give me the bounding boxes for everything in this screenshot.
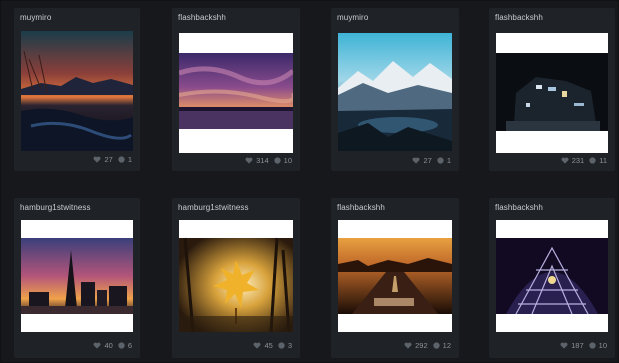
username[interactable]: hamburg1stwitness [178, 203, 249, 212]
heart-icon[interactable] [253, 342, 261, 349]
comments-count: 1 [127, 155, 132, 164]
photo-thumbnail[interactable] [496, 33, 608, 153]
photo-card[interactable]: hamburg1stwitness 40 6 [14, 198, 140, 358]
heart-icon[interactable] [412, 157, 420, 164]
likes-count: 27 [423, 156, 432, 165]
post-stats: 27 1 [412, 156, 451, 165]
heart-icon[interactable] [93, 156, 101, 163]
username[interactable]: muymiro [20, 13, 51, 22]
likes-count: 292 [415, 341, 428, 350]
photo-thumbnail[interactable] [496, 220, 608, 332]
photo-thumbnail[interactable] [179, 33, 293, 153]
username[interactable]: flashbackshh [495, 13, 543, 22]
likes-count: 27 [104, 155, 113, 164]
heart-icon[interactable] [404, 342, 412, 349]
comment-icon[interactable] [437, 157, 444, 164]
heart-icon[interactable] [245, 157, 253, 164]
post-stats: 27 1 [93, 155, 132, 164]
comment-icon[interactable] [278, 342, 285, 349]
comments-count: 6 [127, 341, 132, 350]
username[interactable]: flashbackshh [495, 203, 543, 212]
comments-count: 10 [598, 341, 607, 350]
photo-card[interactable]: flashbackshh 231 11 [489, 8, 615, 171]
username[interactable]: hamburg1stwitness [20, 203, 91, 212]
post-stats: 187 10 [560, 341, 607, 350]
photo-grid: muymiro 27 1 flashbackshh 314 10 muymiro… [0, 0, 619, 363]
photo-card[interactable]: flashbackshh 314 10 [172, 8, 300, 171]
photo-card[interactable]: muymiro 27 1 [14, 8, 140, 171]
comment-icon[interactable] [118, 156, 125, 163]
post-stats: 292 12 [404, 341, 451, 350]
photo-thumbnail[interactable] [21, 220, 133, 332]
photo-thumbnail[interactable] [338, 33, 452, 151]
username[interactable]: flashbackshh [178, 13, 226, 22]
heart-icon[interactable] [93, 342, 101, 349]
likes-count: 231 [571, 156, 585, 165]
sunset-lake-image [21, 31, 133, 151]
post-stats: 45 3 [253, 341, 292, 350]
heart-icon[interactable] [560, 342, 568, 349]
photo-card[interactable]: hamburg1stwitness 45 3 [172, 198, 300, 358]
snowy-mountain-image [338, 33, 452, 151]
city-skyline-image [21, 220, 133, 332]
comments-count: 1 [446, 156, 451, 165]
photo-card[interactable]: muymiro 27 1 [331, 8, 459, 171]
comments-count: 11 [599, 156, 607, 165]
likes-count: 45 [264, 341, 273, 350]
photo-card[interactable]: flashbackshh 187 10 [489, 198, 615, 358]
night-building-image [496, 33, 608, 153]
comment-icon[interactable] [433, 342, 440, 349]
username[interactable]: flashbackshh [337, 203, 385, 212]
post-stats: 314 10 [245, 156, 292, 165]
comment-icon[interactable] [118, 342, 125, 349]
post-stats: 231 11 [561, 156, 607, 165]
purple-clouds-image [179, 33, 293, 153]
comments-count: 10 [283, 156, 292, 165]
likes-count: 314 [256, 156, 269, 165]
heart-icon[interactable] [561, 157, 569, 164]
comments-count: 12 [442, 341, 451, 350]
photo-thumbnail[interactable] [21, 31, 133, 151]
photo-thumbnail[interactable] [338, 220, 452, 332]
autumn-leaf-image [179, 220, 293, 332]
photo-thumbnail[interactable] [179, 220, 293, 332]
glass-dome-image [496, 220, 608, 332]
photo-card[interactable]: flashbackshh 292 12 [331, 198, 459, 358]
comments-count: 3 [287, 341, 292, 350]
post-stats: 40 6 [93, 341, 132, 350]
likes-count: 187 [571, 341, 584, 350]
comment-icon[interactable] [274, 157, 281, 164]
road-sunset-image [338, 220, 452, 332]
comment-icon[interactable] [589, 342, 596, 349]
comment-icon[interactable] [589, 157, 596, 164]
username[interactable]: muymiro [337, 13, 368, 22]
likes-count: 40 [104, 341, 113, 350]
